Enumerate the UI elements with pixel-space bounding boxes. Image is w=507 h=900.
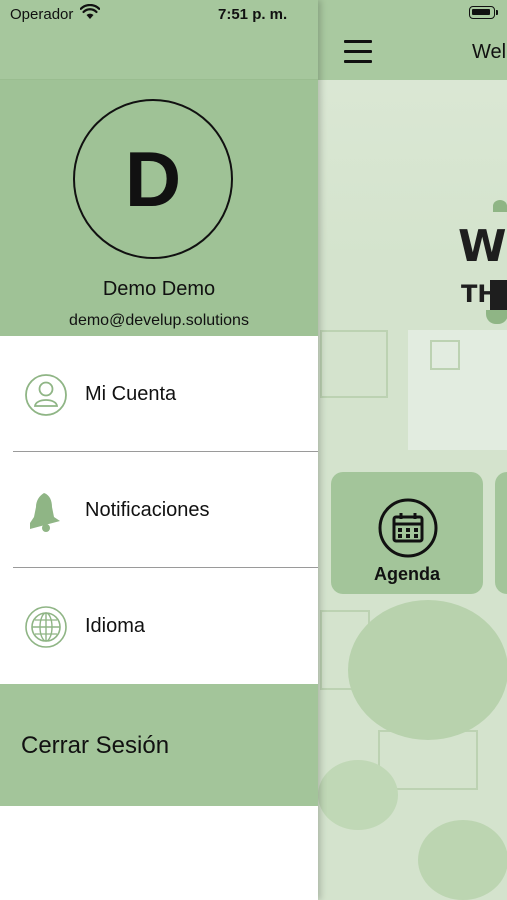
profile-header: D Demo Demo demo@develup.solutions bbox=[0, 80, 318, 336]
tile-label: Agenda bbox=[373, 564, 440, 584]
tile-next[interactable] bbox=[495, 472, 507, 594]
menu-item-notificaciones[interactable]: Notificaciones bbox=[0, 452, 318, 568]
menu-item-label: Idioma bbox=[85, 615, 146, 637]
logout-button[interactable]: Cerrar Sesión bbox=[0, 684, 318, 806]
logout-label: Cerrar Sesión bbox=[21, 732, 170, 759]
user-icon bbox=[25, 374, 67, 416]
menu-item-idioma[interactable]: Idioma bbox=[0, 568, 318, 684]
avatar-initial: D bbox=[124, 135, 182, 223]
menu-item-label: Mi Cuenta bbox=[85, 383, 177, 405]
profile-email: demo@develup.solutions bbox=[69, 312, 249, 329]
status-time: 7:51 p. m. bbox=[218, 6, 288, 23]
carrier-label: Operador bbox=[10, 6, 74, 23]
building-window bbox=[320, 330, 388, 398]
avatar[interactable]: D bbox=[73, 99, 233, 259]
bell-icon bbox=[30, 493, 60, 532]
main-screen: W THE Wel Agenda bbox=[318, 0, 507, 900]
shrub bbox=[418, 820, 507, 900]
logo-text: W bbox=[458, 221, 507, 272]
logo-leaf-icon bbox=[493, 200, 507, 212]
main-header: Wel bbox=[318, 0, 507, 80]
logo-bar bbox=[490, 280, 507, 310]
wifi-icon bbox=[80, 4, 100, 19]
status-bar: Operador 7:51 p. m. bbox=[0, 0, 318, 80]
logo-ribbon bbox=[486, 310, 507, 324]
tile-agenda[interactable]: Agenda bbox=[331, 472, 483, 594]
menu-button[interactable] bbox=[344, 39, 372, 65]
profile-name: Demo Demo bbox=[102, 278, 216, 300]
menu-item-mi-cuenta[interactable]: Mi Cuenta bbox=[0, 336, 318, 452]
main-title: Wel bbox=[472, 41, 507, 63]
tree bbox=[318, 760, 398, 830]
tree bbox=[348, 600, 507, 740]
menu-item-label: Notificaciones bbox=[85, 499, 210, 521]
building-window bbox=[430, 340, 460, 370]
globe-icon bbox=[25, 606, 67, 648]
calendar-icon bbox=[378, 498, 438, 558]
battery-icon bbox=[469, 6, 498, 19]
navigation-drawer: Operador 7:51 p. m. D Demo Demo demo@dev… bbox=[0, 0, 318, 900]
